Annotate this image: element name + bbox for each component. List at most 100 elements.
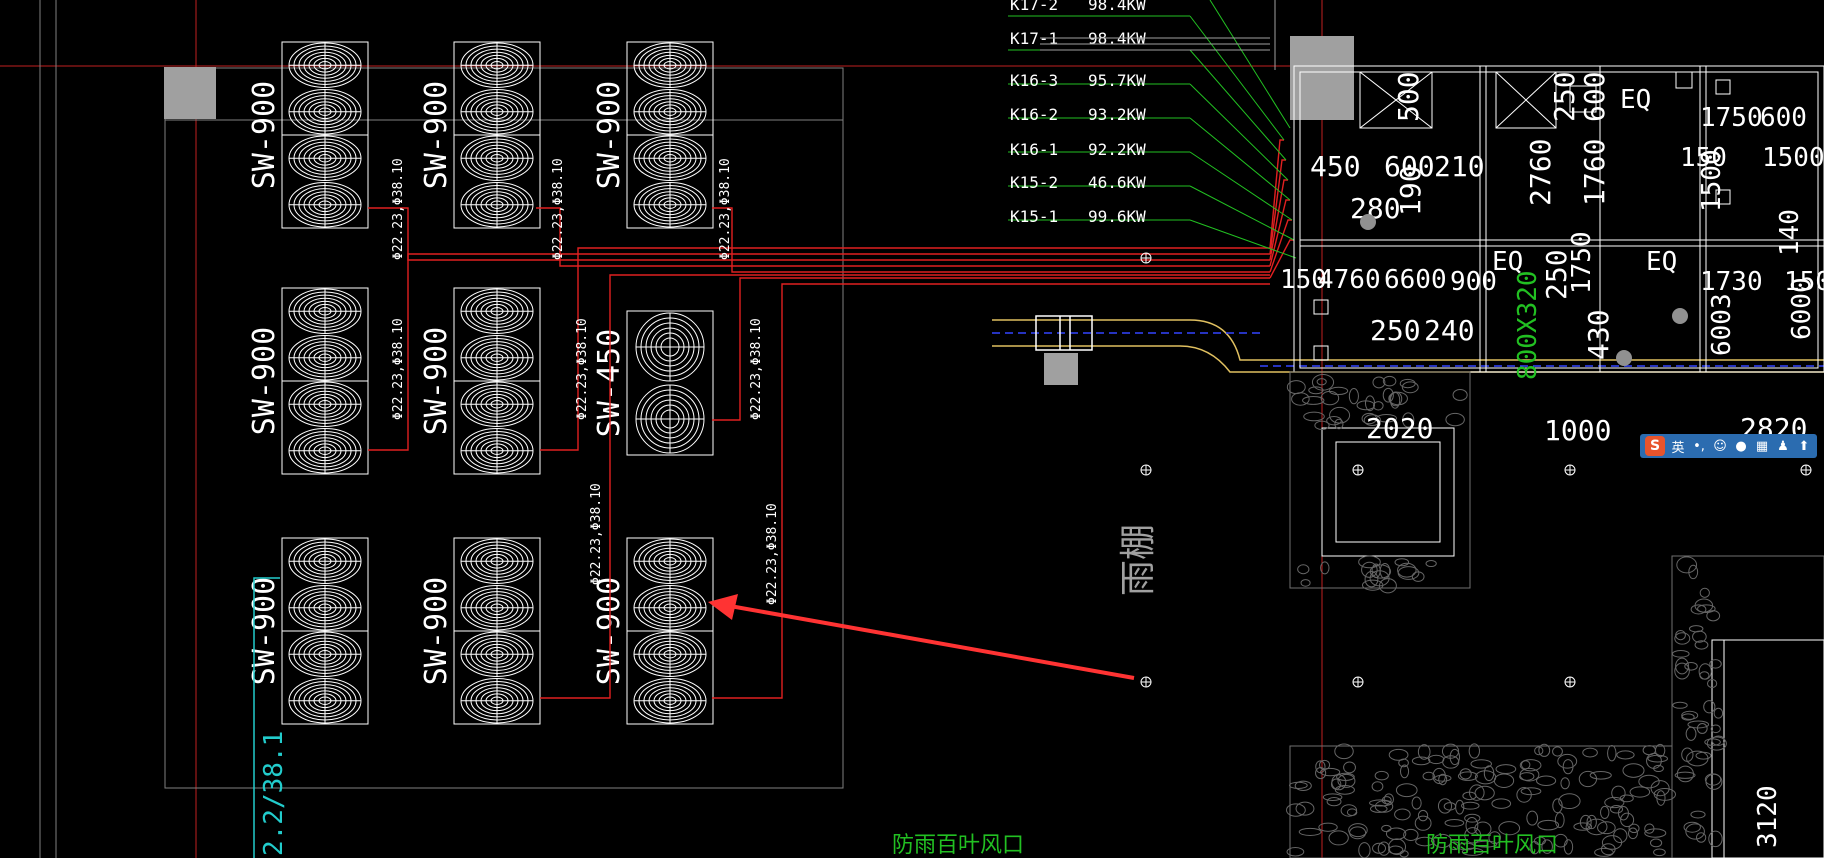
dim-text: 1500	[1762, 143, 1824, 173]
dim-text: 250	[1548, 71, 1581, 122]
fan-icon	[288, 182, 362, 228]
dim-text: 6003	[1707, 293, 1737, 356]
fan-icon	[288, 135, 362, 181]
fan-icon	[633, 42, 707, 88]
dim-text: 600	[1760, 103, 1807, 133]
circuit-id: K15-2	[1010, 173, 1058, 192]
dim-text: 450	[1310, 150, 1361, 183]
fan-icon	[288, 42, 362, 88]
side-pipe-label: 2.2/38.1	[259, 731, 289, 856]
dim-text: 2020	[1366, 412, 1433, 445]
dim-text: 600	[1578, 71, 1611, 122]
pipe-size-label: Φ22.23,Φ38.10	[391, 318, 406, 420]
language-toggle[interactable]: 英	[1670, 437, 1686, 456]
schedule-grid	[1040, 0, 1276, 70]
sogou-logo-icon[interactable]: S	[1645, 436, 1665, 456]
fan-icon	[460, 631, 534, 677]
outdoor-unit[interactable]: SW-900	[247, 41, 369, 229]
pipe-size-label: Φ22.23,Φ38.10	[718, 158, 733, 260]
fan-icon	[288, 288, 362, 334]
fan-icon	[633, 678, 707, 724]
fan-icon	[633, 585, 707, 631]
green-dim-label: 800X320	[1513, 270, 1543, 380]
outdoor-unit[interactable]: SW-900	[247, 537, 369, 725]
fan-icon	[460, 381, 534, 427]
circuit-id: K16-2	[1010, 105, 1058, 124]
fan-icon	[460, 678, 534, 724]
unit-model-label: SW-900	[247, 577, 282, 685]
dim-text: 6000	[1787, 277, 1817, 340]
circuit-power: 98.4KW	[1088, 0, 1146, 14]
circuit-power: 46.6KW	[1088, 173, 1146, 192]
louver-label: 防雨百叶风口	[892, 833, 1024, 858]
pipe-size-label: Φ22.23,Φ38.10	[551, 158, 566, 260]
dim-text: 240	[1424, 314, 1475, 347]
outdoor-unit[interactable]: SW-900	[419, 537, 541, 725]
fan-icon	[288, 335, 362, 381]
fan-icon	[288, 89, 362, 135]
ime-toolbar[interactable]: S 英 •, ☺ ● ▦ ♟ ⬆	[1640, 434, 1817, 458]
outdoor-unit[interactable]: SW-900	[592, 41, 714, 229]
eq-label: EQ	[1646, 247, 1677, 277]
eq-label: EQ	[1620, 85, 1651, 115]
emoji-icon[interactable]: ☺	[1712, 437, 1728, 455]
fan-icon	[633, 538, 707, 584]
dim-text: 500	[1392, 71, 1425, 122]
fan-icon	[288, 381, 362, 427]
canopy-label: 雨棚	[1118, 524, 1159, 596]
dim-text: 6600	[1384, 265, 1447, 295]
dimension-texts: 450 600 210 280 250 240 150 4760 6600 17…	[1280, 71, 1824, 848]
fan-icon	[288, 428, 362, 474]
fan-icon	[288, 678, 362, 724]
dim-text: 3120	[1753, 785, 1783, 848]
cad-drawing-canvas[interactable]: SW-900 SW-900 SW-900SW-900 SW-900 SW-450SW-9…	[0, 0, 1824, 858]
outdoor-unit[interactable]: SW-900	[247, 287, 369, 475]
unit-model-label: SW-900	[592, 81, 627, 189]
pipe-size-label: Φ22.23,Φ38.10	[749, 318, 764, 420]
fan-icon	[460, 585, 534, 631]
dim-text: 140	[1775, 209, 1805, 256]
fan-icon	[460, 182, 534, 228]
dim-text: 1750	[1567, 231, 1597, 294]
dim-text: 1730	[1700, 267, 1763, 297]
dim-text: 250	[1370, 314, 1421, 347]
outdoor-unit[interactable]: SW-900	[419, 41, 541, 229]
outdoor-units: SW-900 SW-900 SW-900SW-900 SW-900 SW-450SW-9…	[247, 41, 714, 725]
dim-text: 430	[1582, 309, 1615, 360]
circuit-power: 95.7KW	[1088, 71, 1146, 90]
fan-icon	[460, 335, 534, 381]
fan-icon	[460, 538, 534, 584]
fan-icon	[633, 182, 707, 228]
unit-model-label: SW-900	[247, 81, 282, 189]
dim-text: 210	[1434, 150, 1485, 183]
dim-text: 900	[1450, 267, 1497, 297]
fan-icon	[460, 288, 534, 334]
annotation-arrow	[708, 594, 1135, 680]
fan-icon	[288, 631, 362, 677]
unit-model-label: SW-900	[419, 577, 454, 685]
pipe-size-label: Φ22.23,Φ38.10	[765, 503, 780, 605]
fan-icon	[633, 135, 707, 181]
skin-icon[interactable]: ⬆	[1796, 437, 1812, 455]
microphone-icon[interactable]: ●	[1733, 437, 1749, 455]
punctuation-icon[interactable]: •,	[1691, 437, 1707, 455]
keyboard-icon[interactable]: ▦	[1754, 437, 1770, 455]
fan-icon	[460, 428, 534, 474]
louver-label: 防雨百叶风口	[1426, 833, 1558, 858]
circuit-power: 93.2KW	[1088, 105, 1146, 124]
dim-text: 1500	[1697, 149, 1727, 212]
circuit-power: 92.2KW	[1088, 140, 1146, 159]
dim-text: 2760	[1524, 139, 1557, 206]
dim-text: 1760	[1578, 139, 1611, 206]
fan-icon	[460, 135, 534, 181]
dim-text: 190	[1394, 165, 1427, 216]
circuit-id: K16-1	[1010, 140, 1058, 159]
fan-icon	[288, 538, 362, 584]
user-icon[interactable]: ♟	[1775, 437, 1791, 455]
outdoor-unit[interactable]: SW-900	[419, 287, 541, 475]
unit-model-label: SW-900	[419, 327, 454, 435]
unit-model-label: SW-900	[247, 327, 282, 435]
circuit-id: K17-2	[1010, 0, 1058, 14]
fan-icon	[635, 312, 705, 382]
circuit-id: K15-1	[1010, 207, 1058, 226]
